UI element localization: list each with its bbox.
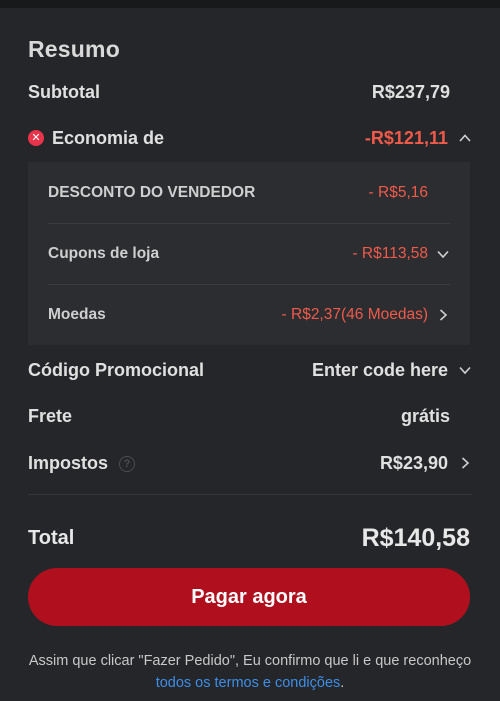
seller-discount-label: DESCONTO DO VENDEDOR — [48, 183, 256, 201]
taxes-value: R$23,90 — [379, 452, 448, 473]
store-coupons-label: Cupons de loja — [48, 244, 160, 262]
pay-now-button[interactable]: Pagar agora — [28, 568, 470, 626]
subtotal-row: Subtotal R$237,79 — [28, 78, 450, 106]
store-coupons-row[interactable]: Cupons de loja - R$113,58 — [48, 223, 450, 285]
divider — [28, 494, 472, 495]
chevron-down-icon[interactable] — [436, 247, 450, 261]
shipping-value: grátis — [400, 405, 450, 426]
disclaimer-text: Assim que clicar "Fazer Pedido", Eu conf… — [28, 653, 472, 669]
top-bar — [0, 0, 500, 8]
chevron-up-icon[interactable] — [458, 131, 472, 145]
terms-disclaimer: Assim que clicar "Fazer Pedido", Eu conf… — [20, 650, 480, 694]
disclaimer-end: . — [340, 675, 345, 691]
seller-discount-row: DESCONTO DO VENDEDOR - R$5,16 — [48, 162, 450, 224]
terms-link[interactable]: todos os termos e condições — [156, 675, 341, 691]
summary-title: Resumo — [28, 36, 120, 62]
chevron-right-icon[interactable] — [458, 456, 472, 470]
promo-code-label: Código Promocional — [28, 359, 205, 380]
coins-label: Moedas — [48, 305, 106, 323]
total-label: Total — [28, 526, 75, 549]
subtotal-label: Subtotal — [28, 81, 100, 102]
coins-value: - R$2,37(46 Moedas) — [281, 305, 428, 323]
promo-code-input[interactable]: Enter code here — [312, 360, 448, 381]
help-icon[interactable]: ? — [119, 455, 136, 472]
taxes-label: Impostos — [28, 452, 109, 473]
shipping-label: Frete — [28, 405, 73, 426]
savings-breakdown: DESCONTO DO VENDEDOR - R$5,16 Cupons de … — [28, 162, 470, 345]
taxes-row[interactable]: Impostos ? R$23,90 — [28, 449, 472, 477]
chevron-right-icon[interactable] — [436, 308, 450, 322]
coins-row[interactable]: Moedas - R$2,37(46 Moedas) — [48, 284, 450, 345]
shipping-row: Frete grátis — [28, 402, 450, 430]
chevron-down-icon[interactable] — [458, 363, 472, 377]
total-value: R$140,58 — [361, 523, 470, 552]
savings-value: -R$121,11 — [364, 127, 448, 148]
total-row: Total R$140,58 — [28, 522, 470, 554]
savings-label: Economia de — [52, 127, 165, 148]
close-circle-icon: ✕ — [28, 130, 44, 146]
savings-row[interactable]: ✕ Economia de -R$121,11 — [28, 124, 472, 152]
seller-discount-value: - R$5,16 — [368, 183, 428, 201]
subtotal-value: R$237,79 — [371, 81, 450, 102]
store-coupons-value: - R$113,58 — [352, 244, 428, 262]
promo-code-row[interactable]: Código Promocional Enter code here — [28, 356, 472, 384]
